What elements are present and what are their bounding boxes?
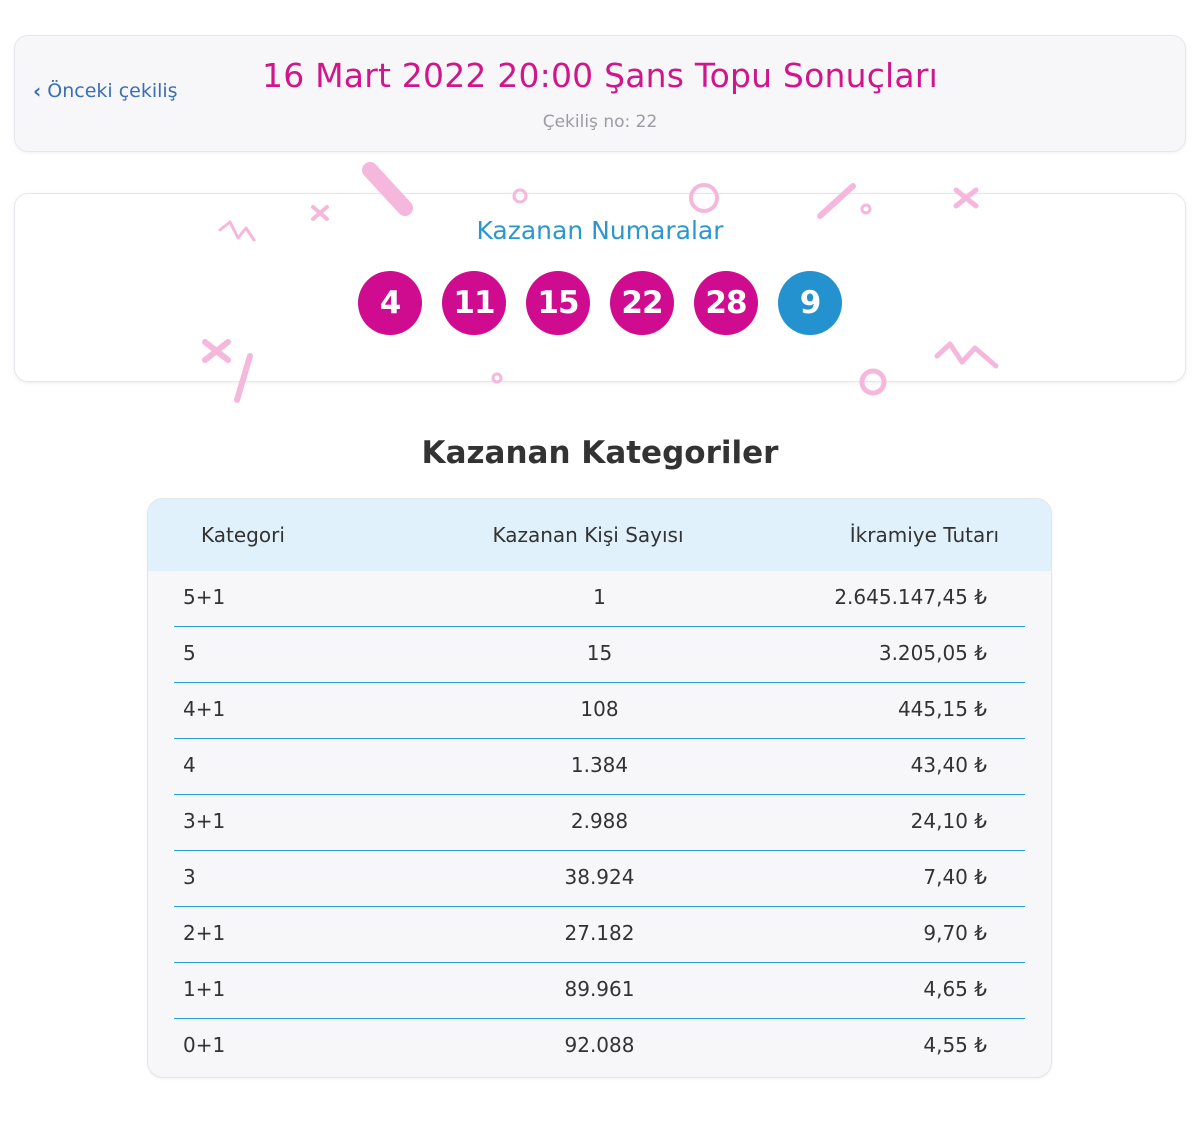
table-row: 0+1 92.088 4,55 ₺ bbox=[174, 1019, 1025, 1074]
table-row: 4 1.384 43,40 ₺ bbox=[174, 739, 1025, 795]
cell-prize: 7,40 ₺ bbox=[923, 865, 987, 889]
table-row: 5 15 3.205,05 ₺ bbox=[174, 627, 1025, 683]
categories-title: Kazanan Kategoriler bbox=[421, 435, 779, 471]
number-ball: 28 bbox=[694, 271, 758, 335]
cell-prize: 24,10 ₺ bbox=[910, 809, 987, 833]
number-ball: 11 bbox=[442, 271, 506, 335]
draw-number: Çekiliş no: 22 bbox=[542, 112, 658, 132]
number-ball: 22 bbox=[610, 271, 674, 335]
winning-numbers-title: Kazanan Numaralar bbox=[476, 216, 724, 245]
cell-prize: 3.205,05 ₺ bbox=[878, 641, 987, 665]
prize-categories-table: Kategori Kazanan Kişi Sayısı İkramiye Tu… bbox=[147, 498, 1052, 1078]
table-row: 3+1 2.988 24,10 ₺ bbox=[174, 795, 1025, 851]
cell-winners: 1.384 bbox=[570, 753, 629, 777]
cell-prize: 9,70 ₺ bbox=[923, 921, 987, 945]
table-row: 1+1 89.961 4,65 ₺ bbox=[174, 963, 1025, 1019]
cell-winners: 2.988 bbox=[570, 809, 629, 833]
cell-winners: 27.182 bbox=[564, 921, 635, 945]
cell-prize: 445,15 ₺ bbox=[897, 697, 987, 721]
cell-prize: 2.645.147,45 ₺ bbox=[834, 585, 987, 609]
table-row: 5+1 1 2.645.147,45 ₺ bbox=[174, 571, 1025, 627]
number-ball: 15 bbox=[526, 271, 590, 335]
winning-balls: 4 11 15 22 28 9 bbox=[15, 271, 1185, 335]
cell-prize: 4,55 ₺ bbox=[923, 1033, 987, 1057]
table-row: 2+1 27.182 9,70 ₺ bbox=[174, 907, 1025, 963]
cell-prize: 43,40 ₺ bbox=[910, 753, 987, 777]
winning-numbers-card: Kazanan Numaralar 4 11 15 22 28 9 bbox=[14, 193, 1186, 382]
page-title: 16 Mart 2022 20:00 Şans Topu Sonuçları bbox=[262, 56, 938, 95]
table-body: 5+1 1 2.645.147,45 ₺ 5 15 3.205,05 ₺ 4+1… bbox=[148, 571, 1051, 1074]
table-row: 4+1 108 445,15 ₺ bbox=[174, 683, 1025, 739]
cell-winners: 92.088 bbox=[564, 1033, 635, 1057]
cell-winners: 89.961 bbox=[564, 977, 635, 1001]
table-header: Kategori Kazanan Kişi Sayısı İkramiye Tu… bbox=[148, 499, 1051, 571]
draw-header-card: ‹ Önceki çekiliş 16 Mart 2022 20:00 Şans… bbox=[14, 35, 1186, 152]
bonus-ball: 9 bbox=[778, 271, 842, 335]
table-row: 3 38.924 7,40 ₺ bbox=[174, 851, 1025, 907]
number-ball: 4 bbox=[358, 271, 422, 335]
column-header-prize: İkramiye Tutarı bbox=[849, 523, 999, 547]
cell-winners: 38.924 bbox=[564, 865, 635, 889]
cell-prize: 4,65 ₺ bbox=[923, 977, 987, 1001]
